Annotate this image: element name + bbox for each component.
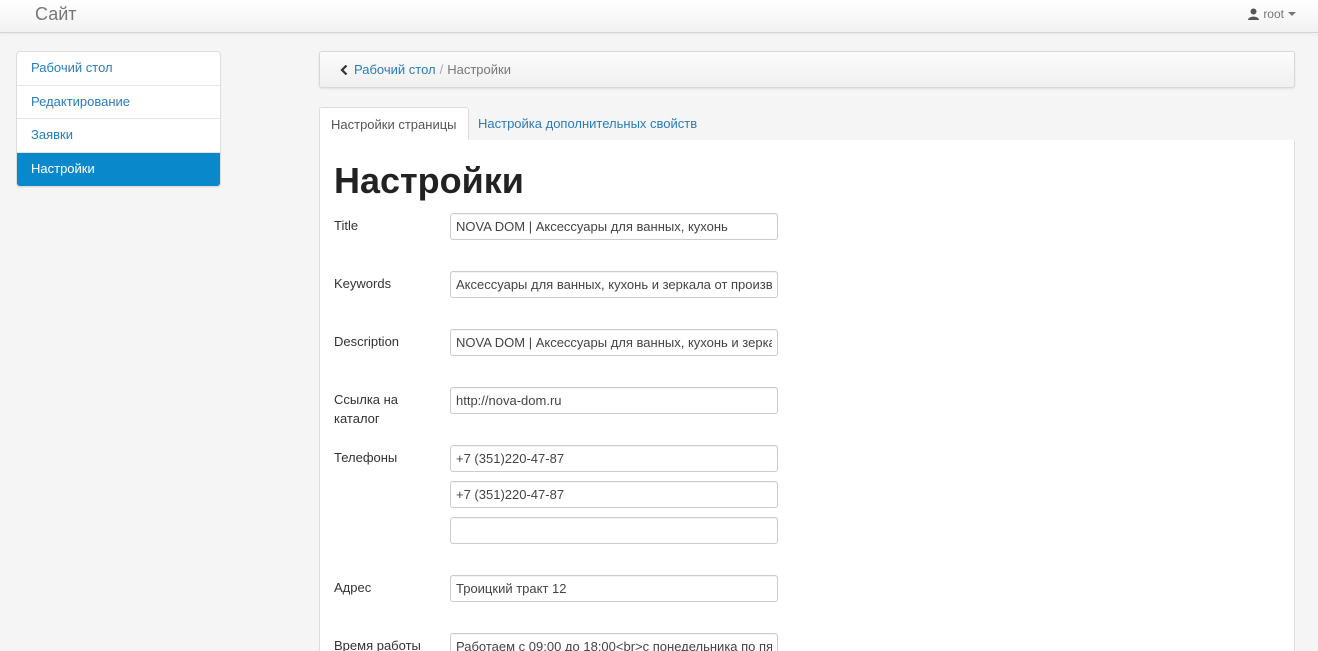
user-icon [1248,8,1260,20]
settings-panel: Настройки Title Keywords Description Ссы… [319,140,1295,651]
brand-link[interactable]: Сайт [35,4,77,25]
sidebar-item-dashboard[interactable]: Рабочий стол [17,52,220,86]
top-navbar: Сайт root [0,0,1318,33]
keywords-label: Keywords [334,276,392,291]
caret-down-icon [1288,11,1296,17]
chevron-left-icon[interactable] [340,64,348,75]
working-hours-input[interactable] [450,633,778,651]
breadcrumb-current: Настройки [447,62,511,77]
phone-input-3[interactable] [450,517,778,544]
catalog-link-label: Ссылка на каталог [334,392,399,426]
sidebar-item-editing[interactable]: Редактирование [17,86,220,119]
description-label: Description [334,334,400,349]
working-hours-label: Время работы [334,638,421,651]
user-name: root [1263,7,1284,21]
breadcrumb-link-dashboard[interactable]: Рабочий стол [354,62,436,77]
tab-additional-properties[interactable]: Настройка дополнительных свойств [467,107,708,141]
catalog-link-input[interactable] [450,387,778,414]
settings-tabs: Настройки страницы Настройка дополнитель… [319,107,1295,142]
sidebar-item-settings[interactable]: Настройки [17,152,220,186]
keywords-input[interactable] [450,271,778,298]
title-label: Title [334,218,359,233]
description-input[interactable] [450,329,778,356]
tab-page-settings[interactable]: Настройки страницы [319,107,469,142]
user-menu-dropdown[interactable]: root [1248,7,1296,21]
sidebar-item-requests[interactable]: Заявки [17,119,220,153]
title-input[interactable] [450,213,778,240]
breadcrumb: Рабочий стол / Настройки [319,51,1295,88]
phone-input-1[interactable] [450,445,778,472]
breadcrumb-separator: / [439,62,444,77]
address-label: Адрес [334,580,372,595]
phones-label: Телефоны [334,450,398,465]
phone-input-2[interactable] [450,481,778,508]
page-title: Настройки [334,160,524,201]
sidebar-nav: Рабочий стол Редактирование Заявки Настр… [16,51,221,187]
address-input[interactable] [450,575,778,602]
